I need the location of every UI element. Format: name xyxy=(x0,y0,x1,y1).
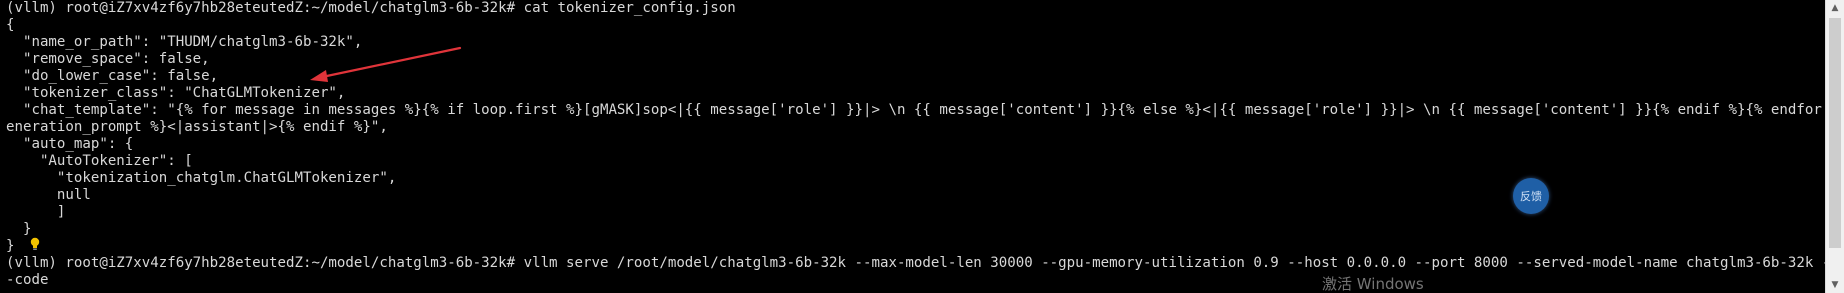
terminal-line: "auto_map": { xyxy=(6,136,134,152)
terminal-line: "name_or_path": "THUDM/chatglm3-6b-32k", xyxy=(6,34,363,50)
terminal-output: (vllm) root@iZ7xv4zf6y7hb28eteutedZ:~/mo… xyxy=(6,0,1844,289)
scroll-down-icon[interactable]: ▼ xyxy=(1826,277,1844,293)
vertical-scrollbar[interactable]: ▲ ▼ xyxy=(1825,0,1844,293)
scroll-up-icon[interactable]: ▲ xyxy=(1826,0,1844,16)
terminal-line: null xyxy=(6,187,91,203)
terminal-line: ] xyxy=(6,204,66,220)
terminal-line: "remove_space": false, xyxy=(6,51,210,67)
feedback-button[interactable]: 反馈 xyxy=(1513,178,1549,214)
annotation-arrow-icon xyxy=(310,46,462,82)
terminal-line-vllm-serve-wrap: -code xyxy=(6,272,49,288)
terminal-line: "do_lower_case": false, xyxy=(6,68,219,84)
terminal-window[interactable]: (vllm) root@iZ7xv4zf6y7hb28eteutedZ:~/mo… xyxy=(0,0,1844,293)
terminal-line: "tokenization_chatglm.ChatGLMTokenizer", xyxy=(6,170,397,186)
terminal-line: "AutoTokenizer": [ xyxy=(6,153,193,169)
terminal-line-chat-template-wrap: eneration_prompt %}<|assistant|>{% endif… xyxy=(6,119,388,135)
terminal-line-chat-template: "chat_template": "{% for message in mess… xyxy=(6,102,1844,118)
terminal-line-prompt-vllm-serve: (vllm) root@iZ7xv4zf6y7hb28eteutedZ:~/mo… xyxy=(6,255,1844,271)
terminal-line: } xyxy=(6,238,15,254)
activate-windows-watermark: 激活 Windows xyxy=(1322,275,1424,293)
terminal-line-tokenizer-class: "tokenizer_class": "ChatGLMTokenizer", xyxy=(6,85,346,101)
feedback-label: 反馈 xyxy=(1520,189,1542,203)
lightbulb-icon[interactable] xyxy=(29,237,41,251)
scrollbar-thumb[interactable] xyxy=(1829,18,1841,248)
terminal-line-prompt-cat: (vllm) root@iZ7xv4zf6y7hb28eteutedZ:~/mo… xyxy=(6,0,736,16)
terminal-line: } xyxy=(6,221,32,237)
terminal-line: { xyxy=(6,17,15,33)
